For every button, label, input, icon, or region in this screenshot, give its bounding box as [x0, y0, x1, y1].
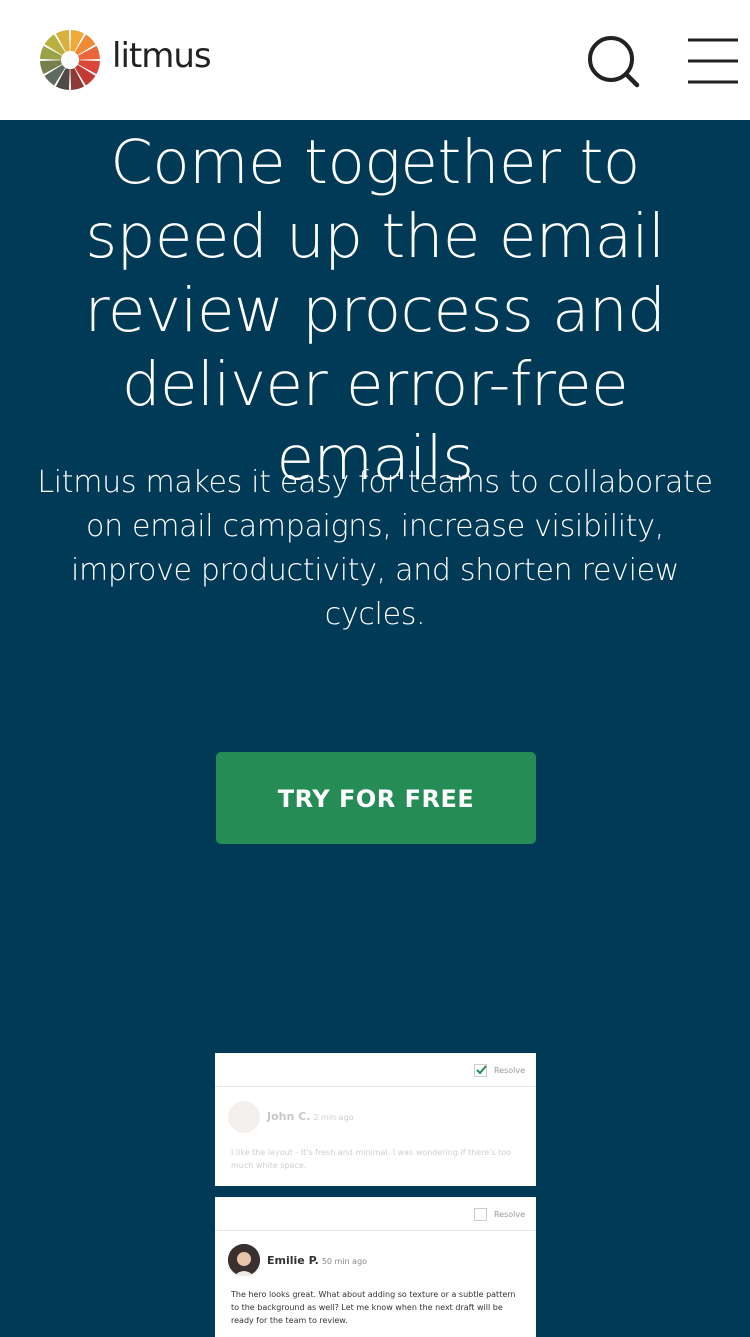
author-name: John C. [267, 1110, 311, 1123]
hero-title: Come together to speed up the email revi… [84, 127, 666, 494]
logo-wordmark[interactable]: litmus [112, 36, 212, 76]
hamburger-menu-icon[interactable] [686, 37, 740, 85]
litmus-logo-icon[interactable] [39, 29, 101, 91]
comment-author: John C. 2 min ago [267, 1110, 354, 1123]
site-header: litmus [0, 0, 750, 120]
resolve-checkbox[interactable] [473, 1064, 487, 1077]
comment-text: I like the layout - It's fresh and minim… [231, 1148, 512, 1170]
comment-toolbar: Resolve [215, 1053, 536, 1087]
search-icon[interactable] [585, 33, 641, 89]
comment-toolbar: Resolve [215, 1197, 536, 1231]
comment-card: Resolve Emilie P. 50 min ago The hero loo… [215, 1197, 536, 1337]
comment-author: Emilie P. 50 min ago [267, 1254, 367, 1267]
comment-text: The hero looks great. What about adding … [231, 1290, 516, 1325]
resolve-label: Resolve [493, 1066, 525, 1075]
comment-time: 2 min ago [313, 1113, 354, 1122]
resolve-control[interactable]: Resolve [473, 1064, 525, 1077]
comment-time: 50 min ago [321, 1257, 368, 1266]
avatar [228, 1101, 260, 1133]
avatar-portrait [228, 1244, 260, 1276]
try-for-free-button[interactable]: TRY FOR FREE [216, 752, 536, 844]
comment-card: Resolve John C. 2 min ago I like the layo… [215, 1053, 536, 1186]
resolve-control[interactable]: Resolve [473, 1208, 525, 1221]
resolve-label: Resolve [493, 1210, 525, 1219]
avatar [228, 1244, 260, 1276]
checkmark-icon [476, 1065, 487, 1075]
author-name: Emilie P. [267, 1254, 319, 1267]
resolve-checkbox[interactable] [473, 1208, 487, 1221]
hero-subtitle: Litmus makes it easy for teams to collab… [37, 465, 713, 632]
